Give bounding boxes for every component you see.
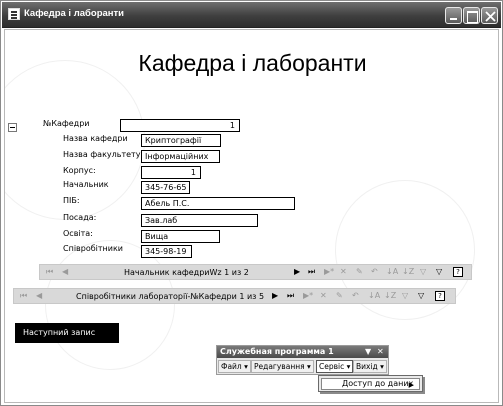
undo-icon[interactable]: ↶: [371, 267, 378, 276]
menu-file[interactable]: Файл ▾: [218, 360, 251, 373]
filter-edit-icon[interactable]: ▽: [420, 267, 426, 276]
field-education[interactable]: Вища: [141, 230, 220, 243]
label-full-name: ПІБ:: [63, 196, 80, 205]
label-faculty-name: Назва факультету: [63, 150, 141, 159]
new-record-icon[interactable]: ▶*: [303, 291, 313, 300]
filter-icon[interactable]: ▽: [436, 267, 442, 276]
floating-menu-toolbar: Служебная программа 1 ▼ ✕ Файл ▾ Редагув…: [216, 345, 389, 375]
label-staff: Співробітники: [63, 244, 124, 253]
close-icon: [485, 11, 496, 22]
app-window: Кафедра і лаборанти Кафедра і лаборанти …: [0, 0, 503, 406]
menu-item-data-access-label: Доступ до даних: [342, 379, 414, 388]
toolbar-title[interactable]: Служебная программа 1: [217, 346, 388, 358]
service-dropdown-menu: Доступ до даних ▶: [318, 375, 423, 392]
label-dept-name: Назва кафедри: [63, 134, 128, 143]
help-icon[interactable]: ?: [435, 291, 445, 301]
sort-ascending-icon[interactable]: ↓A: [368, 291, 380, 300]
subform-record-indicator: Начальник кафедриWz 1 из 2: [124, 268, 249, 277]
form-heading: Кафедра і лаборанти: [138, 50, 367, 76]
delete-record-icon[interactable]: ✕: [340, 267, 347, 276]
field-building[interactable]: 1: [141, 166, 201, 179]
label-building: Корпус:: [63, 166, 96, 175]
main-record-indicator: Співробітники лабораторії-№Кафедри 1 из …: [76, 292, 265, 301]
first-record-icon[interactable]: ⏮: [46, 267, 53, 277]
field-dept-name[interactable]: Криптографії: [141, 134, 221, 147]
menu-edit[interactable]: Редагування ▾: [251, 360, 314, 373]
field-full-name[interactable]: Абель П.С.: [141, 197, 295, 210]
field-dept-no[interactable]: 1: [120, 119, 240, 132]
save-icon[interactable]: ✎: [356, 267, 363, 276]
first-record-icon[interactable]: ⏮: [20, 291, 27, 301]
next-record-icon[interactable]: ▶: [272, 291, 278, 300]
collapse-toggle-icon[interactable]: [8, 123, 17, 132]
label-head: Начальник: [63, 180, 109, 189]
prev-record-icon[interactable]: ◀: [62, 267, 68, 276]
form-icon: [8, 8, 20, 20]
menu-exit[interactable]: Вихід ▾: [353, 360, 387, 373]
title-bar[interactable]: Кафедра і лаборанти: [2, 2, 501, 28]
main-navigation-bar: ⏮ ◀ Співробітники лабораторії-№Кафедри 1…: [13, 288, 456, 304]
help-icon[interactable]: ?: [453, 267, 463, 277]
prev-record-icon[interactable]: ◀: [36, 291, 42, 300]
menu-item-data-access[interactable]: Доступ до даних ▶: [321, 378, 420, 390]
field-head[interactable]: 345-76-65: [141, 181, 190, 194]
delete-record-icon[interactable]: ✕: [320, 291, 327, 300]
label-position: Посада:: [63, 213, 97, 222]
window-title: Кафедра і лаборанти: [24, 8, 125, 19]
undo-icon[interactable]: ↶: [352, 291, 359, 300]
last-record-icon[interactable]: ⏭: [308, 267, 315, 277]
form-area: Кафедра і лаборанти №Кафедри 1 Назва каф…: [4, 29, 499, 403]
close-button[interactable]: [481, 7, 498, 24]
filter-icon[interactable]: ▽: [418, 291, 424, 300]
last-record-icon[interactable]: ⏭: [287, 291, 294, 301]
background-decoration: [45, 240, 175, 370]
next-record-button[interactable]: Наступний запис: [15, 323, 119, 343]
field-faculty-name[interactable]: Інформаційних: [141, 150, 220, 163]
menu-service[interactable]: Сервіс ▾: [316, 360, 354, 373]
maximize-button[interactable]: [463, 7, 480, 24]
sort-descending-icon[interactable]: ↓Z: [402, 267, 414, 276]
label-education: Освіта:: [63, 229, 93, 238]
field-position[interactable]: Зав.лаб: [141, 214, 258, 227]
save-icon[interactable]: ✎: [336, 291, 343, 300]
submenu-arrow-icon: ▶: [408, 381, 414, 389]
label-dept-no: №Кафедри: [43, 119, 90, 128]
filter-edit-icon[interactable]: ▽: [402, 291, 408, 300]
toolbar-close-icon[interactable]: ✕: [377, 346, 384, 358]
field-staff[interactable]: 345-98-19: [141, 245, 192, 258]
sort-ascending-icon[interactable]: ↓A: [386, 267, 398, 276]
minimize-button[interactable]: [445, 7, 462, 24]
new-record-icon[interactable]: ▶*: [324, 267, 334, 276]
subform-navigation-bar: ⏮ ◀ Начальник кафедриWz 1 из 2 ▶ ⏭ ▶* ✕ …: [39, 264, 472, 280]
next-record-icon[interactable]: ▶: [294, 267, 300, 276]
toolbar-options-icon[interactable]: ▼: [365, 346, 371, 358]
sort-descending-icon[interactable]: ↓Z: [384, 291, 396, 300]
